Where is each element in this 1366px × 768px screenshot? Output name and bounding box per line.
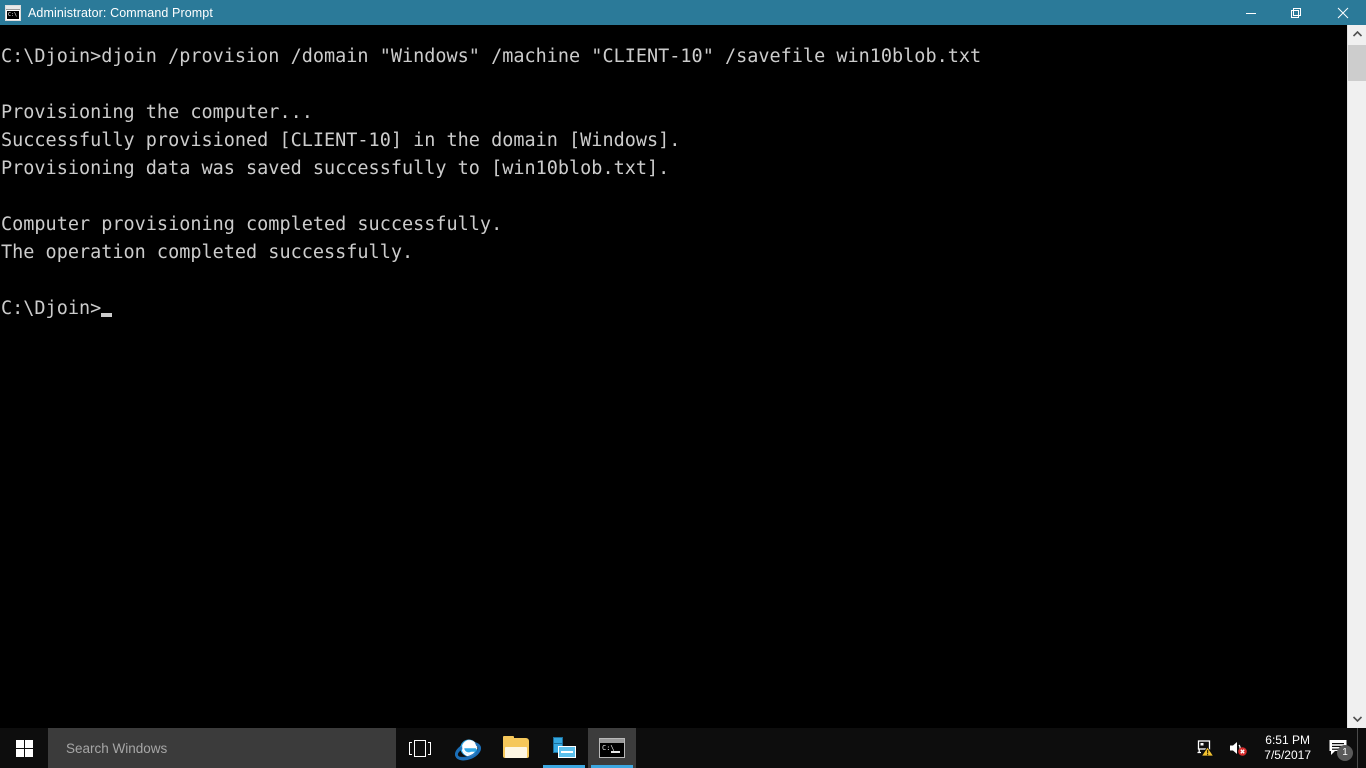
taskbar-item-task-view[interactable] xyxy=(396,728,444,768)
console-icon-bar xyxy=(6,5,20,10)
console-prompt-line[interactable]: C:\Djoin> xyxy=(0,295,1347,323)
task-view-icon xyxy=(409,739,431,757)
restore-icon xyxy=(1291,7,1301,18)
search-input[interactable]: Search Windows xyxy=(48,728,396,768)
console-cursor xyxy=(101,313,113,317)
console-line: C:\Djoin>djoin /provision /domain "Windo… xyxy=(1,46,982,67)
taskbar-item-file-explorer[interactable] xyxy=(492,728,540,768)
action-center-badge: 1 xyxy=(1337,745,1353,761)
console-icon-text: C:\ xyxy=(7,10,19,19)
system-tray: 6:51 PM 7/5/2017 1 xyxy=(1190,728,1366,768)
console-scrollbar[interactable] xyxy=(1347,25,1366,728)
clock-date: 7/5/2017 xyxy=(1264,748,1311,762)
restore-button[interactable] xyxy=(1274,0,1320,25)
minimize-button[interactable] xyxy=(1228,0,1274,25)
minimize-icon xyxy=(1246,12,1256,14)
console-icon[interactable]: C:\ xyxy=(5,4,21,21)
console-line: Provisioning data was saved successfully… xyxy=(1,158,670,179)
chevron-down-icon[interactable] xyxy=(1348,710,1366,728)
show-desktop-button[interactable] xyxy=(1357,728,1366,768)
close-button[interactable] xyxy=(1320,0,1366,25)
window-title: Administrator: Command Prompt xyxy=(28,5,213,20)
windows-logo-icon xyxy=(15,739,33,757)
window-titlebar[interactable]: C:\ Administrator: Command Prompt xyxy=(0,0,1366,25)
server-manager-icon xyxy=(551,737,577,759)
speaker-muted-icon[interactable] xyxy=(1222,728,1254,768)
action-center-button[interactable]: 1 xyxy=(1321,728,1357,768)
start-button[interactable] xyxy=(0,728,48,768)
taskbar-clock[interactable]: 6:51 PM 7/5/2017 xyxy=(1254,728,1321,768)
taskbar-item-internet-explorer[interactable] xyxy=(444,728,492,768)
window-controls xyxy=(1228,0,1366,25)
console-line: Successfully provisioned [CLIENT-10] in … xyxy=(1,130,681,151)
console-line: The operation completed successfully. xyxy=(1,242,414,263)
scrollbar-thumb[interactable] xyxy=(1348,45,1366,81)
taskbar-item-command-prompt[interactable]: C:\ xyxy=(588,728,636,768)
taskbar-item-server-manager[interactable] xyxy=(540,728,588,768)
folder-icon xyxy=(503,736,529,758)
console-output-area[interactable]: C:\Djoin>djoin /provision /domain "Windo… xyxy=(0,25,1347,728)
console-prompt: C:\Djoin> xyxy=(1,298,102,319)
taskbar: Search Windows C:\ 6:51 PM 7/5/2017 1 xyxy=(0,728,1366,768)
chevron-up-icon[interactable] xyxy=(1348,25,1366,43)
desktop-screen: C:\ Administrator: Command Prompt C:\Djo… xyxy=(0,0,1366,768)
console-line: Provisioning the computer... xyxy=(1,102,313,123)
clock-time: 6:51 PM xyxy=(1265,733,1310,747)
search-placeholder: Search Windows xyxy=(66,740,168,756)
taskbar-items: C:\ xyxy=(396,728,636,768)
internet-explorer-icon xyxy=(455,739,481,761)
console-line: Computer provisioning completed successf… xyxy=(1,214,503,235)
command-prompt-icon: C:\ xyxy=(599,738,625,758)
network-warning-icon[interactable] xyxy=(1190,728,1222,768)
close-icon xyxy=(1337,7,1349,18)
